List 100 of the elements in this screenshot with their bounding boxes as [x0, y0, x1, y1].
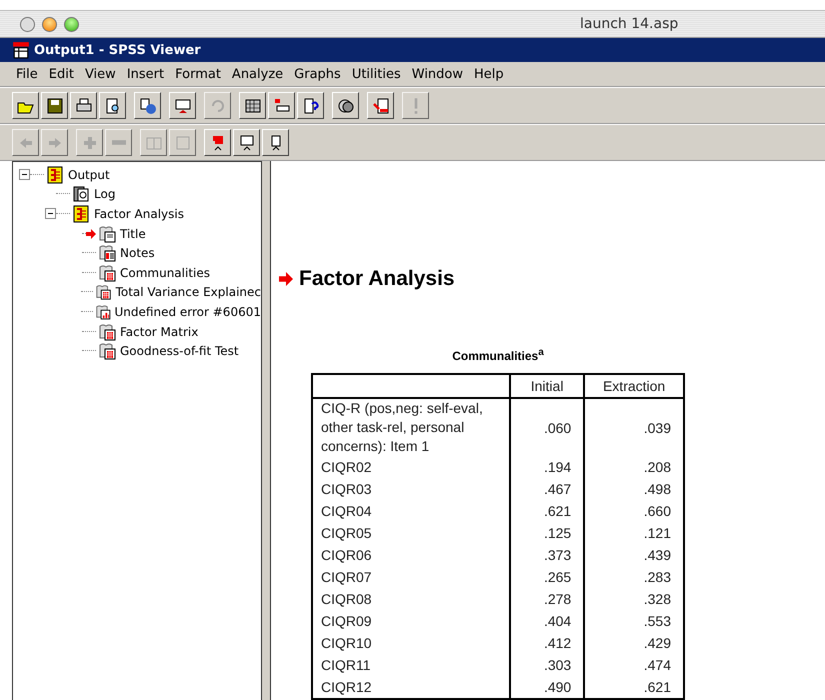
table-cell: .660	[584, 500, 684, 522]
toolbar-button[interactable]	[41, 92, 68, 119]
chart-page-icon	[94, 302, 111, 321]
pane-splitter[interactable]	[262, 161, 271, 700]
help-icon	[302, 96, 320, 114]
table-cell: .621	[510, 500, 584, 522]
collapse-toggle[interactable]	[45, 208, 56, 220]
outline-item[interactable]: Communalities	[120, 266, 210, 280]
table-page-icon	[95, 283, 112, 302]
outline-item[interactable]: Log	[94, 187, 116, 202]
menu-item[interactable]: Edit	[48, 66, 74, 82]
toolbar-button[interactable]	[268, 92, 295, 119]
outline-item[interactable]: Notes	[120, 246, 155, 260]
table-cell: .121	[584, 522, 684, 544]
table-cell: .283	[584, 566, 684, 588]
minimize-button[interactable]	[42, 16, 57, 32]
menu-item[interactable]: File	[16, 66, 38, 82]
table-cell: .125	[510, 522, 584, 544]
table-cell: .474	[584, 654, 684, 676]
zoom-button[interactable]	[64, 16, 79, 32]
menu-item[interactable]: Help	[474, 66, 504, 82]
table-cell: .373	[510, 544, 584, 566]
close-button[interactable]	[20, 16, 35, 32]
outline-item[interactable]: Output	[68, 168, 110, 182]
table-page-icon	[98, 322, 116, 341]
outline-item[interactable]: Total Variance Explainec	[116, 285, 261, 300]
title-page-icon	[98, 224, 116, 243]
toolbar-button[interactable]	[233, 129, 260, 156]
table-cell: .328	[584, 588, 684, 610]
toolbar-button[interactable]	[70, 92, 97, 119]
toolbar-button[interactable]	[204, 129, 231, 156]
toolbar-button[interactable]	[134, 92, 161, 119]
preview-icon	[104, 96, 122, 114]
outline-item[interactable]: Goodness-of-fit Test	[120, 344, 239, 358]
table-page-icon	[98, 264, 116, 282]
table-cell: .060	[510, 398, 584, 456]
table-cell: .621	[584, 676, 684, 699]
toolbar-button[interactable]	[169, 92, 196, 119]
menu-item[interactable]: Window	[412, 66, 464, 82]
row-label: CIQR09	[312, 610, 510, 632]
menu-item[interactable]: Graphs	[294, 66, 341, 82]
table-cell: .490	[510, 676, 584, 699]
table-cell: .467	[510, 478, 584, 500]
toolbar-button[interactable]	[12, 92, 39, 119]
toolbar-button[interactable]	[332, 92, 359, 119]
table-title: Communalities$^{a}$	[451, 347, 545, 363]
minus-icon	[112, 139, 126, 146]
table-cell: .439	[584, 544, 684, 566]
table-page-icon	[98, 342, 116, 360]
circles-icon	[336, 96, 354, 114]
table-cell: .194	[510, 456, 584, 478]
log-icon	[72, 185, 90, 204]
row-label: CIQ-R (pos,neg: self-eval, other task-rel, personal concerns): Item 1	[312, 398, 510, 456]
column-header: Extraction	[584, 374, 684, 398]
toolbar-button[interactable]	[239, 92, 266, 119]
row-label: CIQR12	[312, 676, 510, 699]
outline-item[interactable]: Factor Matrix	[120, 324, 198, 339]
toolbar-button[interactable]	[297, 92, 324, 119]
table-cell: .303	[510, 654, 584, 676]
window-title: Output1 - SPSS Viewer	[34, 42, 201, 58]
app-icon	[12, 41, 30, 59]
menu-item[interactable]: Format	[175, 66, 221, 82]
row-label: CIQR02	[312, 456, 510, 478]
menu-item[interactable]: Utilities	[352, 66, 401, 82]
table-cell: .208	[584, 456, 684, 478]
table-cell: .498	[584, 478, 684, 500]
row-label: CIQR08	[312, 588, 510, 610]
menu-item[interactable]: View	[84, 66, 116, 82]
outline-item[interactable]: Title	[120, 226, 146, 241]
table-cell: .265	[510, 566, 584, 588]
row-label: CIQR07	[312, 566, 510, 588]
browser-title: launch 14.asp	[580, 16, 678, 32]
row-label: CIQR04	[312, 500, 510, 522]
column-header: Initial	[510, 374, 584, 398]
toolbar-button[interactable]	[99, 92, 126, 119]
row-label: CIQR11	[312, 654, 510, 676]
notes-page-icon	[98, 244, 116, 262]
book-icon	[46, 166, 64, 184]
save-icon	[46, 96, 64, 114]
row-label: CIQR06	[312, 544, 510, 566]
toolbar-button[interactable]	[367, 92, 394, 119]
print-icon	[74, 96, 92, 114]
outline-item[interactable]: Undefined error #60601	[114, 304, 261, 319]
output-heading: Factor Analysis	[299, 267, 455, 291]
row-label: CIQR03	[312, 478, 510, 500]
book-icon	[72, 204, 90, 223]
table-cell: .404	[510, 610, 584, 632]
menu-item[interactable]: Analyze	[232, 66, 284, 82]
table-cell: .412	[510, 632, 584, 654]
menu-item[interactable]: Insert	[126, 66, 164, 82]
outline-item[interactable]: Factor Analysis	[94, 206, 184, 221]
table-cell: .039	[584, 398, 684, 456]
grid-icon	[244, 96, 262, 114]
toolbar-button[interactable]	[262, 129, 289, 156]
collapse-toggle[interactable]	[19, 169, 30, 180]
table-cell: .553	[584, 610, 684, 632]
table-cell: .278	[510, 588, 584, 610]
table-cell: .429	[584, 632, 684, 654]
row-label: CIQR10	[312, 632, 510, 654]
row-label: CIQR05	[312, 522, 510, 544]
